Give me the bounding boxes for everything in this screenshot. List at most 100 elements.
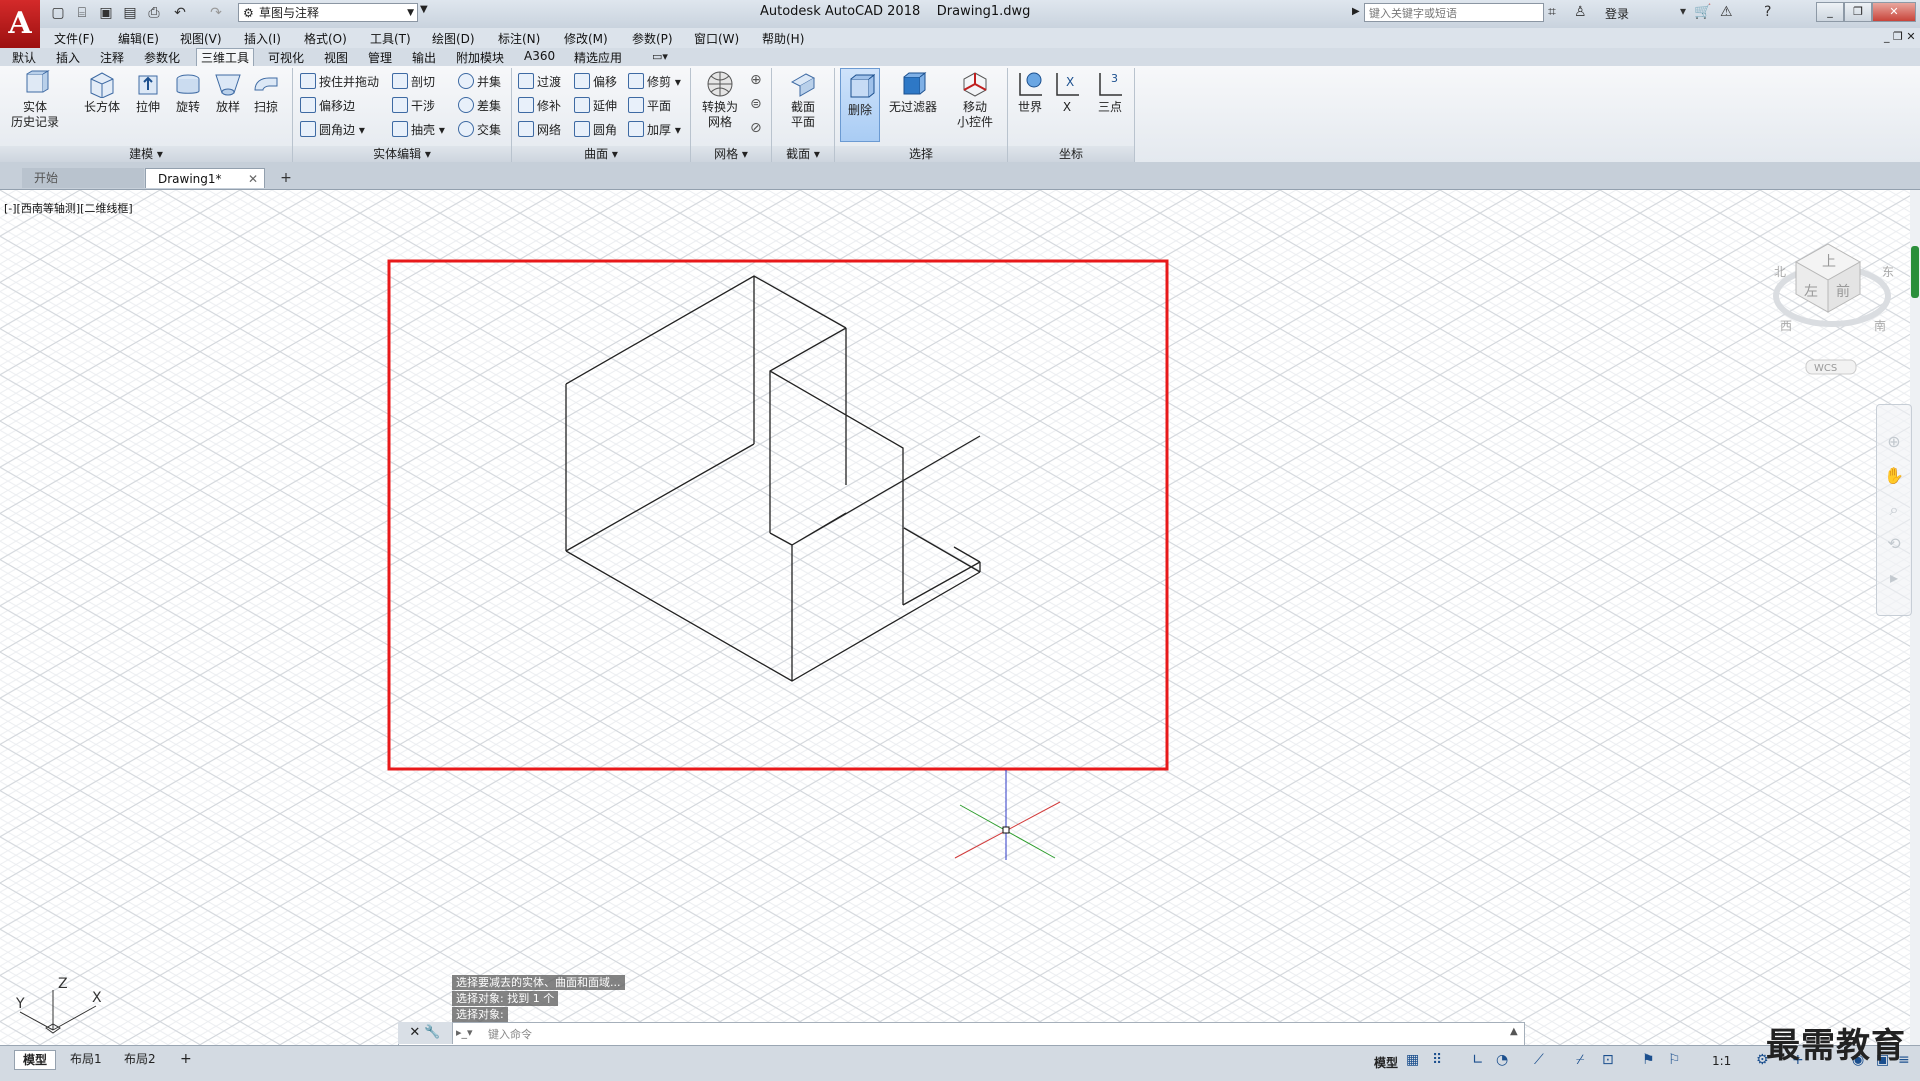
panel-solid-edit-footer[interactable]: 实体编辑 ▾ — [293, 146, 511, 162]
close-button[interactable]: ✕ — [1872, 2, 1916, 22]
search-expand-icon[interactable]: ▶ — [1352, 6, 1360, 17]
menu-format[interactable]: 格式(O) — [304, 30, 347, 47]
mesh-tool-icon[interactable]: ⊕ — [750, 72, 762, 88]
offset-edge-button[interactable]: 偏移边 — [300, 96, 355, 116]
surface-offset-button[interactable]: 偏移 — [574, 72, 617, 92]
interfere-button[interactable]: 干涉 — [392, 96, 435, 116]
x-ucs-button[interactable]: X X — [1052, 70, 1082, 115]
surface-blend-button[interactable]: 过渡 — [518, 72, 561, 92]
print-icon[interactable]: ⎙ — [144, 3, 164, 23]
delete-button[interactable]: 删除 — [840, 68, 880, 142]
cart-icon[interactable]: 🛒 — [1694, 4, 1711, 20]
menu-insert[interactable]: 插入(I) — [244, 30, 281, 47]
sweep-button[interactable]: 扫掠 — [246, 70, 286, 115]
move-gizmo-button[interactable]: 移动 小控件 — [948, 70, 1002, 130]
grid-icon[interactable]: ▦ — [1406, 1052, 1419, 1068]
save-as-icon[interactable]: ▤ — [120, 3, 140, 23]
compass-east-label[interactable]: 东 — [1882, 265, 1894, 279]
revolve-button[interactable]: 旋转 — [168, 70, 208, 115]
panel-surface-footer[interactable]: 曲面 ▾ — [512, 146, 690, 162]
menu-modify[interactable]: 修改(M) — [564, 30, 608, 47]
annotation-scale[interactable]: 1:1 — [1712, 1054, 1731, 1068]
menu-help[interactable]: 帮助(H) — [762, 30, 804, 47]
close-icon[interactable]: ✕ — [409, 1025, 420, 1040]
surface-extend-button[interactable]: 延伸 — [574, 96, 617, 116]
menu-file[interactable]: 文件(F) — [54, 30, 94, 47]
union-button[interactable]: 并集 — [458, 72, 501, 92]
isodraft-icon[interactable]: ⟋ — [1534, 1052, 1544, 1068]
no-filter-button[interactable]: 无过滤器 — [884, 70, 942, 115]
tab-parametric[interactable]: 参数化 — [140, 49, 184, 66]
command-line-tools[interactable]: ✕ 🔧 — [398, 1022, 453, 1044]
tab-featured-apps[interactable]: 精选应用 — [570, 49, 626, 66]
scroll-thumb[interactable] — [1911, 246, 1919, 298]
tab-insert[interactable]: 插入 — [52, 49, 84, 66]
polar-icon[interactable]: ◔ — [1496, 1052, 1508, 1068]
compass-south-label[interactable]: 南 — [1874, 318, 1886, 333]
mesh-smooth-icon[interactable]: ⊜ — [750, 96, 762, 112]
menu-edit[interactable]: 编辑(E) — [118, 30, 159, 47]
open-file-icon[interactable]: ⌸ — [72, 3, 92, 23]
tab-a360[interactable]: A360 — [520, 49, 559, 63]
new-file-icon[interactable]: ▢ — [48, 3, 68, 23]
menu-tools[interactable]: 工具(T) — [370, 30, 411, 47]
surface-network-button[interactable]: 网络 — [518, 120, 561, 140]
new-tab-button[interactable]: + — [276, 168, 296, 188]
tab-visualize[interactable]: 可视化 — [264, 49, 308, 66]
tab-3d-tools[interactable]: 三维工具 — [196, 48, 255, 66]
extrude-button[interactable]: 拉伸 — [128, 70, 168, 115]
viewcube[interactable]: 上 左 前 西 南 东 北 WCS — [1770, 236, 1910, 376]
tab-drawing1[interactable]: Drawing1* ✕ — [145, 168, 265, 188]
drawing-canvas[interactable]: Z Y X — [0, 190, 1910, 1045]
doc-window-controls[interactable]: _ ❐ ✕ — [1884, 30, 1916, 43]
viewcube-front-label[interactable]: 前 — [1836, 283, 1850, 300]
subtract-button[interactable]: 差集 — [458, 96, 501, 116]
solid-history-button[interactable]: 实体 历史记录 — [8, 70, 62, 130]
layout-tab-model[interactable]: 模型 — [14, 1050, 57, 1070]
ortho-icon[interactable]: ∟ — [1472, 1052, 1484, 1068]
save-icon[interactable]: ▣ — [96, 3, 116, 23]
compass-west-label[interactable]: 西 — [1780, 319, 1792, 333]
intersect-button[interactable]: 交集 — [458, 120, 501, 140]
command-line[interactable] — [398, 1022, 1525, 1046]
viewcube-left-label[interactable]: 左 — [1804, 284, 1818, 300]
panel-section-footer[interactable]: 截面 ▾ — [772, 146, 834, 162]
panel-modeling-footer[interactable]: 建模 ▾ — [0, 146, 292, 162]
slice-button[interactable]: 剖切 — [392, 72, 435, 92]
ribbon-minimize-icon[interactable]: ▭▾ — [652, 50, 668, 63]
command-prompt-icon[interactable]: ▸_▾ — [456, 1026, 473, 1039]
close-icon[interactable]: ✕ — [248, 169, 258, 189]
tab-view[interactable]: 视图 — [320, 49, 352, 66]
wrench-icon[interactable]: 🔧 — [424, 1025, 440, 1040]
three-point-ucs-button[interactable]: 3 三点 — [1090, 70, 1130, 115]
viewcube-top-label[interactable]: 上 — [1822, 254, 1836, 270]
chevron-down-icon[interactable]: ▾ — [1680, 4, 1686, 18]
navigation-bar[interactable]: ⊕ ✋ ⌕ ⟲ ▸ — [1876, 404, 1912, 616]
menu-parametric[interactable]: 参数(P) — [632, 30, 673, 47]
layout-tab-1[interactable]: 布局1 — [62, 1050, 110, 1068]
model-space-toggle[interactable]: 模型 — [1374, 1054, 1398, 1071]
surface-fillet-button[interactable]: 圆角 — [574, 120, 617, 140]
vertical-scrollbar[interactable] — [1910, 190, 1920, 1045]
section-plane-button[interactable]: 截面 平面 — [778, 70, 828, 130]
application-menu-button[interactable]: A — [0, 0, 40, 48]
search-input[interactable]: 键入关键字或短语 — [1364, 3, 1544, 22]
user-icon[interactable]: ♙ — [1574, 4, 1587, 20]
workspace-select[interactable]: ⚙ 草图与注释 ▼ — [238, 3, 418, 22]
tab-annotate[interactable]: 注释 — [96, 49, 128, 66]
tab-output[interactable]: 输出 — [408, 49, 440, 66]
panel-mesh-footer[interactable]: 网格 ▾ — [691, 146, 771, 162]
convert-to-mesh-button[interactable]: 转换为 网格 — [696, 70, 744, 130]
qat-customize-icon[interactable]: ▼ — [420, 4, 428, 15]
chevron-up-icon[interactable]: ▲ — [1510, 1026, 1518, 1037]
mesh-refine-icon[interactable]: ⊘ — [750, 120, 762, 136]
world-ucs-button[interactable]: 世界 — [1012, 70, 1048, 115]
help-icon[interactable]: ? — [1764, 4, 1771, 20]
tab-start[interactable]: 开始 — [22, 168, 144, 188]
shell-button[interactable]: 抽壳 ▾ — [392, 120, 445, 140]
surface-trim-button[interactable]: 修剪 ▾ — [628, 72, 681, 92]
fillet-edge-button[interactable]: 圆角边 ▾ — [300, 120, 365, 140]
menu-view[interactable]: 视图(V) — [180, 30, 222, 47]
tab-manage[interactable]: 管理 — [364, 49, 396, 66]
command-input[interactable]: 键入命令 — [488, 1026, 532, 1042]
